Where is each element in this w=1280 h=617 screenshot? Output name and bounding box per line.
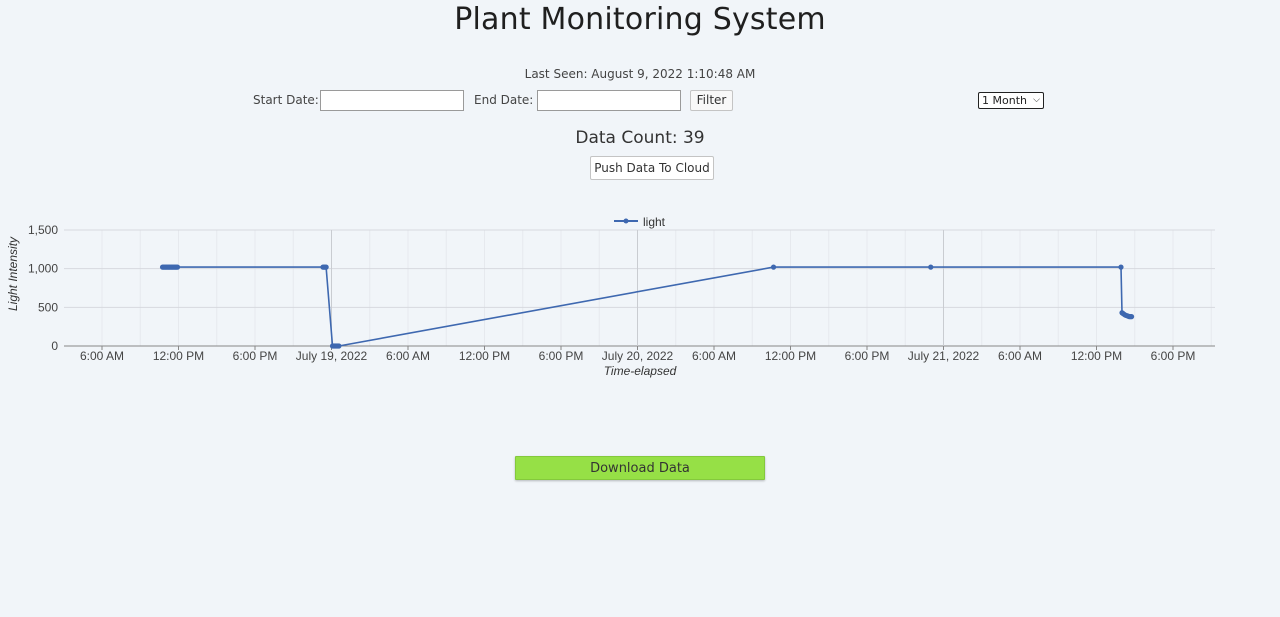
range-select[interactable]: 1 Month ⌵ [978,92,1044,109]
filter-row: Start Date: End Date: Filter 1 Month ⌵ [0,90,1280,112]
legend-marker [623,218,629,224]
x-axis-label: Time-elapsed [604,364,677,378]
y-tick-label: 0 [51,339,58,353]
y-tick-label: 1,500 [28,223,58,237]
data-point [323,264,329,270]
x-tick-label: 12:00 PM [153,349,204,363]
series-line-light [162,266,1132,347]
x-tick-label: 6:00 PM [1151,349,1196,363]
data-point [928,264,934,270]
y-tick-label: 500 [38,300,58,314]
last-seen-text: Last Seen: August 9, 2022 1:10:48 AM [524,67,756,81]
download-data-button[interactable]: Download Data [515,456,765,480]
x-tick-label: 6:00 AM [692,349,736,363]
x-tick-label: 12:00 PM [459,349,510,363]
x-tick-label: July 21, 2022 [908,349,980,363]
data-point [1128,314,1135,320]
x-tick-label: 6:00 AM [998,349,1042,363]
x-tick-label: 12:00 PM [765,349,816,363]
x-tick-label: July 20, 2022 [602,349,674,363]
x-tick-label: 6:00 AM [80,349,124,363]
y-tick-label: 1,000 [28,262,58,276]
page: Plant Monitoring System Last Seen: Augus… [0,0,1280,617]
start-date-label: Start Date: [253,93,319,107]
end-date-input[interactable] [537,90,681,111]
x-tick-label: July 19, 2022 [296,349,368,363]
legend-label: light [643,215,666,229]
x-tick-label: 6:00 AM [386,349,430,363]
light-chart: 0 500 1,000 1,500 6:00 AM 12:00 PM 6:00 PM July… [0,205,1280,385]
data-point [1118,264,1124,270]
x-tick-label: 6:00 PM [539,349,584,363]
start-date-input[interactable] [320,90,464,111]
range-select-value: 1 Month [982,94,1027,107]
x-tick-label: 12:00 PM [1071,349,1122,363]
filter-button[interactable]: Filter [690,90,733,111]
end-date-label: End Date: [474,93,534,107]
chevron-down-icon: ⌵ [1033,95,1040,105]
data-count: Data Count: 39 [575,128,705,148]
x-tick-label: 6:00 PM [233,349,278,363]
push-to-cloud-button[interactable]: Push Data To Cloud [590,156,714,180]
page-title: Plant Monitoring System [454,2,826,37]
x-tick-label: 6:00 PM [845,349,890,363]
y-axis-label: Light Intensity [6,236,20,311]
data-point [174,264,181,270]
chart-svg: 0 500 1,000 1,500 6:00 AM 12:00 PM 6:00 PM July… [6,215,1215,378]
data-point [770,264,777,270]
data-point [336,343,342,349]
